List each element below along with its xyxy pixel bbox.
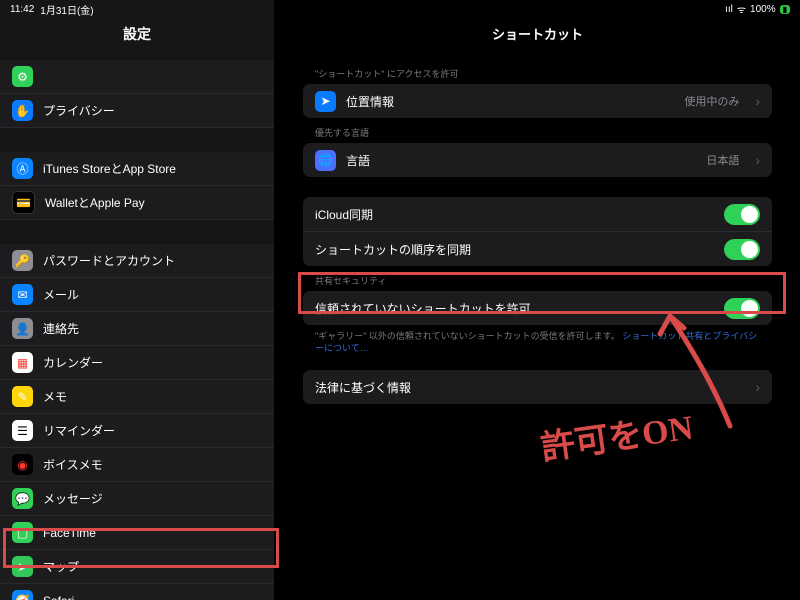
- cell-untrusted[interactable]: 信頼されていないショートカットを許可: [303, 291, 772, 325]
- maps-icon: ➤: [12, 556, 33, 577]
- key-icon: 🔑: [12, 250, 33, 271]
- cell-language[interactable]: 🌐 言語 日本語 ›: [303, 143, 772, 177]
- settings-sidebar: 設定 ⚙︎ ✋ プライバシー Ⓐ iTunes StoreとApp Store: [0, 0, 275, 600]
- section-caption-language: 優先する言語: [303, 120, 772, 143]
- cell-location[interactable]: ➤ 位置情報 使用中のみ ›: [303, 84, 772, 118]
- reminders-icon: ☰: [12, 420, 33, 441]
- notes-icon: ✎: [12, 386, 33, 407]
- detail-pane: ショートカット "ショートカット" にアクセスを許可 ➤ 位置情報 使用中のみ …: [275, 0, 800, 600]
- location-icon: ➤: [315, 91, 336, 112]
- sidebar-item-itunes[interactable]: Ⓐ iTunes StoreとApp Store: [0, 152, 274, 186]
- messages-icon: 💬: [12, 488, 33, 509]
- calendar-icon: ▦: [12, 352, 33, 373]
- mail-icon: ✉︎: [12, 284, 33, 305]
- status-time: 11:42: [10, 4, 34, 15]
- status-date: 1月31日(金): [40, 2, 93, 17]
- sidebar-item-reminders[interactable]: ☰ リマインダー: [0, 414, 274, 448]
- hand-icon: ✋: [12, 100, 33, 121]
- wallet-icon: 💳: [12, 191, 35, 214]
- cell-order-sync[interactable]: ショートカットの順序を同期: [303, 232, 772, 266]
- battery-pct: 100%: [750, 4, 776, 15]
- sidebar-item-mail[interactable]: ✉︎ メール: [0, 278, 274, 312]
- chevron-right-icon: ›: [755, 379, 760, 395]
- sidebar-item-voicememo[interactable]: ◉ ボイスメモ: [0, 448, 274, 482]
- safari-icon: 🧭: [12, 590, 33, 600]
- signal-icon: ııl: [725, 4, 733, 15]
- cell-legal[interactable]: 法律に基づく情報 ›: [303, 370, 772, 404]
- contacts-icon: 👤: [12, 318, 33, 339]
- appstore-icon: Ⓐ: [12, 158, 33, 179]
- status-bar: 11:42 1月31日(金) ııl ᯤ 100% ▮: [0, 0, 800, 18]
- section-caption-security: 共有セキュリティ: [303, 268, 772, 291]
- facetime-icon: ▢: [12, 522, 33, 543]
- chevron-right-icon: ›: [755, 152, 760, 168]
- sidebar-item-messages[interactable]: 💬 メッセージ: [0, 482, 274, 516]
- sidebar-item-passwords[interactable]: 🔑 パスワードとアカウント: [0, 244, 274, 278]
- sidebar-item-privacy[interactable]: ✋ プライバシー: [0, 94, 274, 128]
- section-footer-security: "ギャラリー" 以外の信頼されていないショートカットの受信を許可します。 ショー…: [303, 327, 772, 364]
- sidebar-item-contacts[interactable]: 👤 連絡先: [0, 312, 274, 346]
- globe-icon: 🌐: [315, 150, 336, 171]
- sidebar-item-safari[interactable]: 🧭 Safari: [0, 584, 274, 600]
- battery-icon: ▮: [780, 5, 790, 14]
- sidebar-item-maps[interactable]: ➤ マップ: [0, 550, 274, 584]
- sidebar-item-facetime[interactable]: ▢ FaceTime: [0, 516, 274, 550]
- sidebar-item-calendar[interactable]: ▦ カレンダー: [0, 346, 274, 380]
- chevron-right-icon: ›: [755, 93, 760, 109]
- wifi-icon: ᯤ: [737, 2, 746, 16]
- cell-icloud-sync[interactable]: iCloud同期: [303, 197, 772, 232]
- toggle-icloud[interactable]: [724, 204, 760, 225]
- toggle-untrusted[interactable]: [724, 298, 760, 319]
- settings-icon: ⚙︎: [12, 66, 33, 87]
- sidebar-item-truncated[interactable]: ⚙︎: [0, 60, 274, 94]
- toggle-order[interactable]: [724, 239, 760, 260]
- section-caption-access: "ショートカット" にアクセスを許可: [303, 61, 772, 84]
- sidebar-item-notes[interactable]: ✎ メモ: [0, 380, 274, 414]
- sidebar-item-wallet[interactable]: 💳 WalletとApple Pay: [0, 186, 274, 220]
- voicememo-icon: ◉: [12, 454, 33, 475]
